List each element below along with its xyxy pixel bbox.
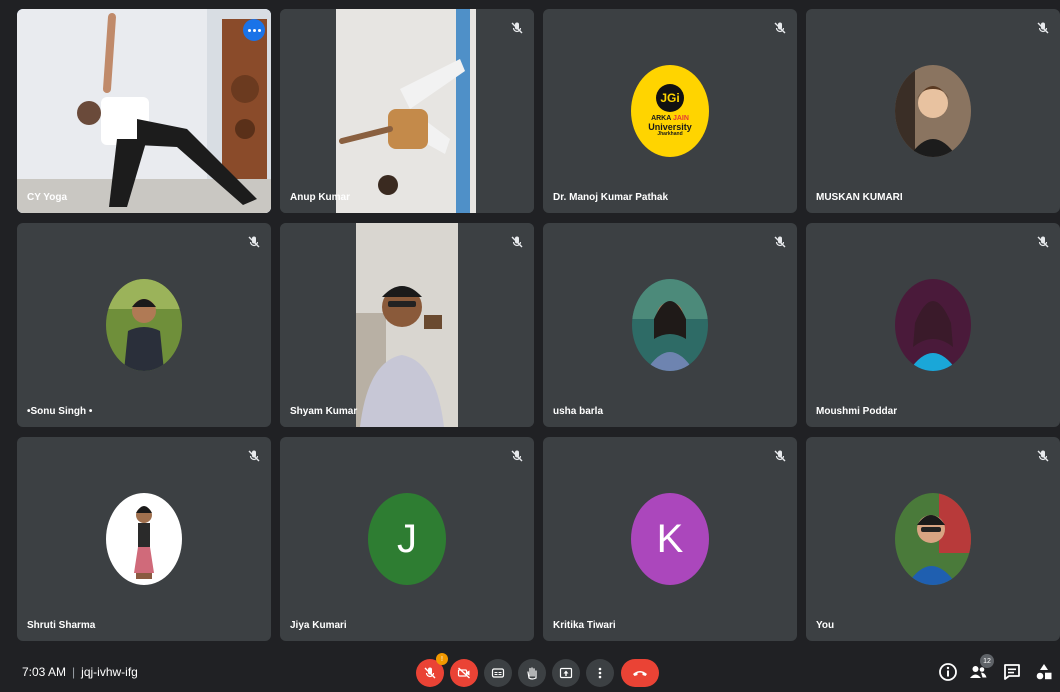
participant-tile-anup-kumar[interactable]: Anup Kumar [280,9,534,213]
participant-tile-jiya-kumari[interactable]: J Jiya Kumari [280,437,534,641]
logo-line-3: Jharkhand [657,131,683,138]
mic-off-icon [248,236,260,248]
activities-icon[interactable] [1034,662,1054,682]
participant-tile-usha-barla[interactable]: usha barla [543,223,797,427]
mic-off-icon [511,22,523,34]
chat-icon[interactable] [1002,662,1022,682]
participant-tile-sonu-singh[interactable]: •Sonu Singh • [17,223,271,427]
mic-off-icon [511,450,523,462]
logo-monogram: JGi [656,84,684,113]
captions-button[interactable] [484,659,512,687]
captions-icon [491,668,505,678]
avatar-letter: K [631,493,709,585]
mic-off-icon [511,236,523,248]
mic-off-icon [1037,236,1049,248]
more-options-icon[interactable] [243,19,265,41]
hang-up-icon [633,671,647,676]
participant-name: Shruti Sharma [27,620,96,631]
leave-call-button[interactable] [621,659,659,687]
raise-hand-icon [527,667,537,680]
participant-count-badge: 12 [980,654,994,668]
participant-tile-cy-yoga[interactable]: CY Yoga [17,9,271,213]
mic-toggle-button[interactable]: ! [416,653,448,687]
participant-name: MUSKAN KUMARI [816,192,903,203]
meeting-controls-bar: 7:03 AM | jqj-ivhw-ifg ! 12 [0,650,1060,692]
participant-name: usha barla [553,406,604,417]
participant-tile-manoj-kumar-pathak[interactable]: JGi ARKA JAIN University Jharkhand Dr. M… [543,9,797,213]
participant-name: •Sonu Singh • [27,406,93,417]
participant-tile-shruti-sharma[interactable]: Shruti Sharma [17,437,271,641]
people-button[interactable]: 12 [968,654,994,682]
university-logo: JGi ARKA JAIN University Jharkhand [631,65,709,157]
present-button[interactable] [552,659,580,687]
participant-name: Shyam Kumar [290,406,358,417]
mic-off-icon [424,667,436,679]
more-options-button[interactable] [586,659,614,687]
avatar [106,279,182,371]
anup-video-feed [280,9,534,213]
mic-warning-badge: ! [436,653,448,665]
participant-tile-shyam-kumar[interactable]: Shyam Kumar [280,223,534,427]
avatar [106,493,182,585]
participant-name: Anup Kumar [290,192,350,203]
mic-off-icon [774,22,786,34]
camera-off-icon [457,667,470,679]
participant-name: CY Yoga [27,192,68,203]
avatar [632,279,708,371]
raise-hand-button[interactable] [518,659,546,687]
info-icon[interactable] [938,662,958,682]
participant-name: Jiya Kumari [290,620,347,631]
shyam-video-feed [280,223,534,427]
mic-off-icon [774,450,786,462]
meeting-code: jqj-ivhw-ifg [81,665,138,679]
mic-off-icon [248,450,260,462]
avatar [895,493,971,585]
participant-tile-muskan-kumari[interactable]: MUSKAN KUMARI [806,9,1060,213]
mic-off-icon [1037,22,1049,34]
yoga-video-feed [17,9,271,213]
present-icon [559,667,573,679]
meeting-info: 7:03 AM | jqj-ivhw-ifg [22,665,138,679]
participant-grid: CY Yoga Anup Kumar JGi ARKA JAIN Univers… [0,0,1060,650]
participant-name: Kritika Tiwari [553,620,616,631]
avatar [895,279,971,371]
divider: | [72,665,76,679]
participant-name: Dr. Manoj Kumar Pathak [553,192,669,203]
participant-name: Moushmi Poddar [816,406,898,417]
meeting-time: 7:03 AM [22,665,67,679]
mic-off-icon [774,236,786,248]
avatar [895,65,971,157]
avatar-letter: J [368,493,446,585]
mic-off-icon [1037,450,1049,462]
participant-tile-you[interactable]: You [806,437,1060,641]
participant-tile-kritika-tiwari[interactable]: K Kritika Tiwari [543,437,797,641]
participant-name: You [816,620,835,631]
more-options-icon [598,667,602,679]
camera-toggle-button[interactable] [450,659,478,687]
participant-tile-moushmi-poddar[interactable]: Moushmi Poddar [806,223,1060,427]
